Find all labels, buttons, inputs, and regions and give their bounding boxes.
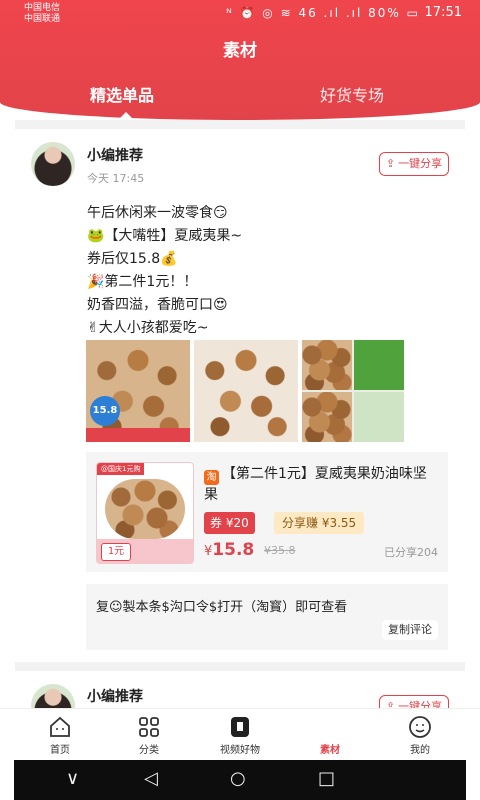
copy-comment-button[interactable]: 复制评论 [382, 620, 438, 640]
post-image-2[interactable] [194, 340, 298, 442]
avatar[interactable] [31, 142, 75, 186]
nav-label: 我的 [410, 745, 430, 756]
page-title: 素材 [223, 41, 257, 61]
content-line: 午后休闲来一波零食😏 [87, 205, 228, 221]
nut-bowl [105, 479, 185, 539]
price: ¥15.8 [204, 540, 254, 560]
category-icon [137, 715, 161, 739]
image-cell [302, 340, 352, 390]
copy-text: 复☺製本条$沟口令$打开（淘寳）即可查看 [96, 600, 348, 615]
status-icons: ᴺ ⏰ ◎ ≋ 46 .ıl .ıl 80% ▭ [226, 6, 420, 20]
content-line: 🐸【大嘴牲】夏威夷果~ [87, 228, 243, 244]
image-tag: @国庆1元购 [97, 463, 145, 475]
content-line: ✌大人小孩都爱吃~ [87, 320, 209, 336]
content-line: 奶香四溢，香脆可口😍 [87, 297, 228, 313]
nav-label: 首页 [50, 745, 70, 756]
share-label: 一键分享 [398, 157, 443, 170]
share-button[interactable]: ⇪ 一键分享 [379, 152, 449, 176]
battery-icon: ▭ [406, 6, 420, 20]
tab-good-deals[interactable]: 好货专场 [320, 82, 384, 106]
nav-home[interactable]: 首页 [20, 709, 100, 761]
author-name: 小编推荐 [87, 689, 143, 705]
collapse-button[interactable]: ∨ [66, 768, 79, 789]
nav-label: 视频好物 [220, 745, 260, 756]
image-cell [354, 392, 404, 442]
nav-label: 分类 [139, 745, 159, 756]
copy-box: 复☺製本条$沟口令$打开（淘寳）即可查看 复制评论 [86, 584, 448, 650]
carrier-2: 中国联通 [24, 14, 61, 24]
tab-selected-items[interactable]: 精选单品 [90, 82, 154, 106]
post-image-1[interactable]: 15.8 [86, 340, 190, 442]
header: 中国电信 中国联通 ᴺ ⏰ ◎ ≋ 46 .ıl .ıl 80% ▭ 17:51… [0, 0, 480, 121]
image-strip [86, 428, 190, 442]
image-cell [302, 392, 352, 442]
bottom-nav: 首页 分类 视频好物 素材 我的 [0, 708, 480, 761]
product-image: @国庆1元购 1元 [96, 462, 194, 564]
post-time: 今天 17:45 [87, 172, 145, 185]
price-value: 15.8 [212, 540, 255, 560]
status-bar: 中国电信 中国联通 ᴺ ⏰ ◎ ≋ 46 .ıl .ıl 80% ▭ 17:51 [0, 0, 480, 28]
share-earn-badge: 分享赚 ¥3.55 [274, 512, 365, 534]
profile-icon [408, 715, 432, 739]
system-nav-bar: ∨ ◁ ○ □ [14, 760, 466, 800]
content-line: 券后仅15.8💰 [87, 251, 178, 267]
signal-icons: ᴺ ⏰ ◎ ≋ 46 .ıl .ıl [226, 6, 363, 20]
author-name: 小编推荐 [87, 148, 143, 164]
material-icon [318, 715, 342, 739]
nav-profile[interactable]: 我的 [380, 709, 460, 761]
carrier-info: 中国电信 中国联通 [24, 3, 60, 25]
share-icon: ⇪ [385, 157, 396, 170]
battery-level: 80% [368, 6, 401, 20]
product-title: 【第二件1元】夏威夷果奶油味坚果 [204, 466, 427, 503]
clock: 17:51 [424, 5, 462, 20]
content-line: 🎉第二件1元！！ [87, 274, 198, 290]
image-cell [354, 340, 404, 390]
home-icon [48, 715, 72, 739]
product-name: 淘【第二件1元】夏威夷果奶油味坚果 [204, 464, 440, 506]
product-card[interactable]: @国庆1元购 1元 淘【第二件1元】夏威夷果奶油味坚果 券 ¥20 分享赚 ¥3… [86, 452, 448, 572]
one-yuan-label: 1元 [101, 543, 131, 561]
back-button[interactable]: ◁ [144, 768, 158, 789]
section-divider [15, 662, 465, 671]
carrier-1: 中国电信 [24, 3, 61, 13]
nav-label: 素材 [320, 745, 340, 756]
post-image-3[interactable] [302, 340, 404, 442]
original-price: ¥35.8 [264, 544, 296, 557]
nav-category[interactable]: 分类 [109, 709, 189, 761]
taobao-icon: 淘 [204, 470, 219, 485]
nav-material[interactable]: 素材 [290, 709, 370, 761]
video-icon [228, 715, 252, 739]
home-button[interactable]: ○ [230, 768, 246, 789]
post-content: 午后休闲来一波零食😏 🐸【大嘴牲】夏威夷果~ 券后仅15.8💰 🎉第二件1元！！… [87, 202, 457, 340]
shared-count: 已分享204 [384, 546, 438, 559]
price-badge: 15.8 [90, 396, 120, 426]
nav-video[interactable]: 视频好物 [200, 709, 280, 761]
recent-apps-button[interactable]: □ [318, 768, 335, 789]
section-divider [15, 120, 465, 129]
coupon-badge: 券 ¥20 [204, 512, 255, 534]
